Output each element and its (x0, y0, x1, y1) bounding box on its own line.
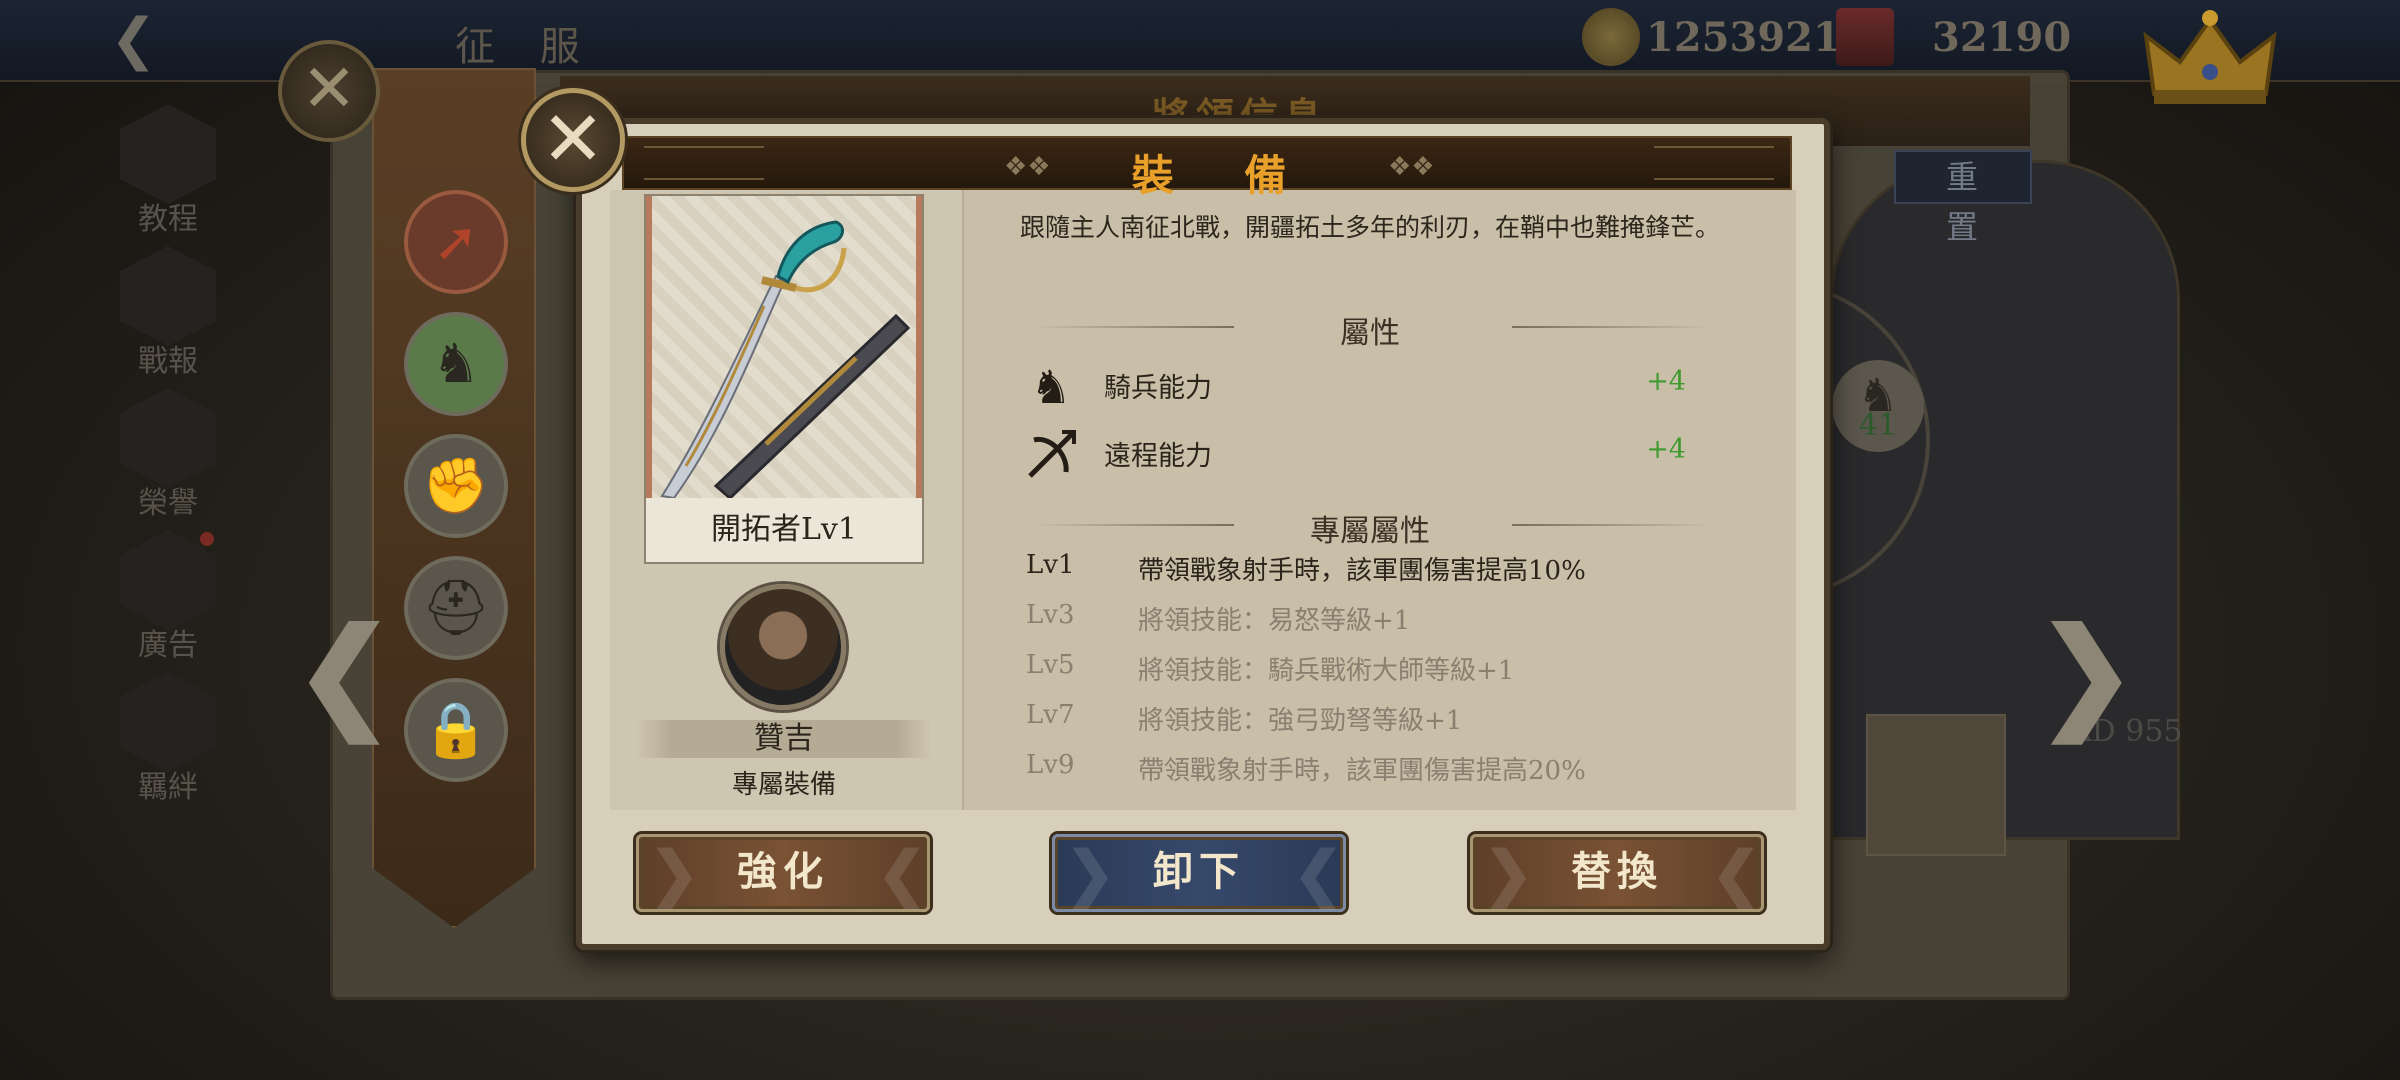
tab-fist[interactable]: ✊ (404, 434, 508, 538)
exclusive-effect: 將領技能：強弓勁弩等級+1 (1138, 706, 1463, 736)
item-name: 開拓者Lv1 (646, 498, 922, 562)
exclusive-effect: 將領技能：騎兵戰術大師等級+1 (1138, 656, 1515, 686)
item-description: 跟隨主人南征北戰，開疆拓土多年的利刃，在鞘中也難掩鋒芒。 (1020, 213, 1721, 242)
gold-coin-icon (1582, 8, 1640, 66)
attribute-value: +4 (1646, 366, 1686, 397)
left-menu: 教程 戰報 榮譽 廣告 羈絆 (118, 100, 218, 810)
knight-horse-icon: ♞ (431, 332, 481, 395)
close-icon: ✕ (541, 94, 605, 183)
item-slot[interactable] (1866, 714, 2006, 856)
crown-icon[interactable] (2140, 6, 2280, 110)
hero-equipment-label: 專屬裝備 (731, 770, 836, 800)
film-icon (120, 530, 216, 630)
general-tabs: ➚ ♞ ✊ ⛑ 🔒 (372, 68, 536, 928)
lock-icon: 🔒 (422, 698, 490, 761)
exclusive-level: Lv3 (1026, 600, 1075, 630)
menu-label: 戰報 (138, 344, 198, 379)
tab-locked[interactable]: 🔒 (404, 678, 508, 782)
header-ornament (1654, 146, 1774, 180)
close-button[interactable]: ✕ (521, 88, 625, 192)
item-image (646, 196, 922, 501)
chevron-icon: ❯ (1483, 839, 1540, 909)
reset-button[interactable]: 重 置 (1894, 150, 2032, 246)
attribute-label: 騎兵能力 (1104, 373, 1212, 404)
exclusive-effect: 帶領戰象射手時，該軍團傷害提高20% (1138, 756, 1586, 786)
unequip-label: 卸下 (1153, 848, 1245, 895)
menu-item-ads[interactable]: 廣告 (118, 526, 218, 668)
exclusive-row: Lv1 帶領戰象射手時，該軍團傷害提高10% (1026, 550, 1726, 590)
notification-dot (200, 532, 214, 546)
crown-currency-icon (1836, 8, 1894, 66)
page-title: 征 服 (455, 24, 596, 70)
tab-arrow[interactable]: ➚ (404, 190, 508, 294)
attributes-heading: 屬性 (1340, 316, 1400, 351)
menu-item-honor[interactable]: 榮譽 (118, 384, 218, 526)
exclusive-row: Lv3 將領技能：易怒等級+1 (1026, 600, 1726, 640)
enhance-button[interactable]: ❯ 強化 ❮ (636, 834, 930, 912)
exclusive-row: Lv5 將領技能：騎兵戰術大師等級+1 (1026, 650, 1726, 690)
gold-amount: 1253921 (1646, 14, 1841, 61)
exclusive-attributes-heading: 專屬屬性 (1310, 514, 1430, 549)
replace-label: 替換 (1571, 848, 1663, 895)
header-ornament (644, 146, 764, 180)
diamond-ornament-icon: ❖❖ (1004, 152, 1051, 182)
helmet-icon: ⛑ (421, 576, 491, 639)
hero-name: 贊吉 (754, 721, 814, 756)
sword-icon (120, 388, 216, 488)
tab-cavalry[interactable]: ♞ (404, 312, 508, 416)
exclusive-level: Lv1 (1026, 550, 1075, 580)
dialog-title: 裝 備 (1131, 151, 1315, 200)
arrow-icon: ➚ (433, 210, 479, 273)
medal-value: 41 (1858, 408, 1898, 443)
knight-horse-icon: ♞ (1030, 360, 1072, 414)
exclusive-level: Lv9 (1026, 750, 1075, 780)
next-arrow-icon[interactable]: ❯ (2036, 613, 2137, 736)
unequip-button[interactable]: ❯ 卸下 ❮ (1052, 834, 1346, 912)
prev-arrow-icon[interactable]: ❮ (294, 613, 395, 736)
handshake-icon (120, 672, 216, 772)
menu-label: 羈絆 (138, 770, 198, 805)
enhance-label: 強化 (737, 848, 829, 895)
exclusive-effect: 帶領戰象射手時，該軍團傷害提高10% (1138, 556, 1586, 586)
exclusive-row: Lv9 帶領戰象射手時，該軍團傷害提高20% (1026, 750, 1726, 790)
item-card: 開拓者Lv1 (644, 194, 924, 564)
exclusive-level: Lv5 (1026, 650, 1075, 680)
attribute-row: 遠程能力 +4 (1024, 424, 1700, 484)
crossbow-icon (1024, 428, 1078, 482)
book-icon (120, 104, 216, 204)
dialog-header: ❖❖ ❖❖ 裝 備 (622, 136, 1792, 200)
tab-helmet[interactable]: ⛑ (404, 556, 508, 660)
fist-icon: ✊ (422, 454, 490, 517)
attribute-value: +4 (1646, 434, 1686, 465)
menu-item-tutorial[interactable]: 教程 (118, 100, 218, 242)
menu-label: 榮譽 (138, 486, 198, 521)
attribute-row: ♞ 騎兵能力 +4 (1024, 356, 1700, 416)
crown-amount: 32190 (1932, 14, 2072, 61)
chevron-icon: ❮ (1293, 839, 1350, 909)
chevron-icon: ❯ (649, 839, 706, 909)
exclusive-row: Lv7 將領技能：強弓勁弩等級+1 (1026, 700, 1726, 740)
scroll-icon (120, 246, 216, 346)
sabre-icon (660, 220, 911, 501)
replace-button[interactable]: ❯ 替換 ❮ (1470, 834, 1764, 912)
attribute-label: 遠程能力 (1104, 441, 1212, 472)
hero-avatar[interactable] (720, 584, 846, 710)
close-general-info-button[interactable]: ✕ (278, 40, 380, 142)
exclusive-effect: 將領技能：易怒等級+1 (1138, 606, 1411, 636)
chevron-icon: ❮ (877, 839, 934, 909)
chevron-icon: ❮ (1711, 839, 1768, 909)
chevron-icon: ❯ (1065, 839, 1122, 909)
menu-item-bonds[interactable]: 羈絆 (118, 668, 218, 810)
diamond-ornament-icon: ❖❖ (1388, 152, 1435, 182)
menu-label: 教程 (138, 202, 198, 237)
menu-label: 廣告 (138, 628, 198, 663)
exclusive-level: Lv7 (1026, 700, 1075, 730)
menu-item-reports[interactable]: 戰報 (118, 242, 218, 384)
back-arrow-icon[interactable]: ❮ (110, 10, 180, 70)
